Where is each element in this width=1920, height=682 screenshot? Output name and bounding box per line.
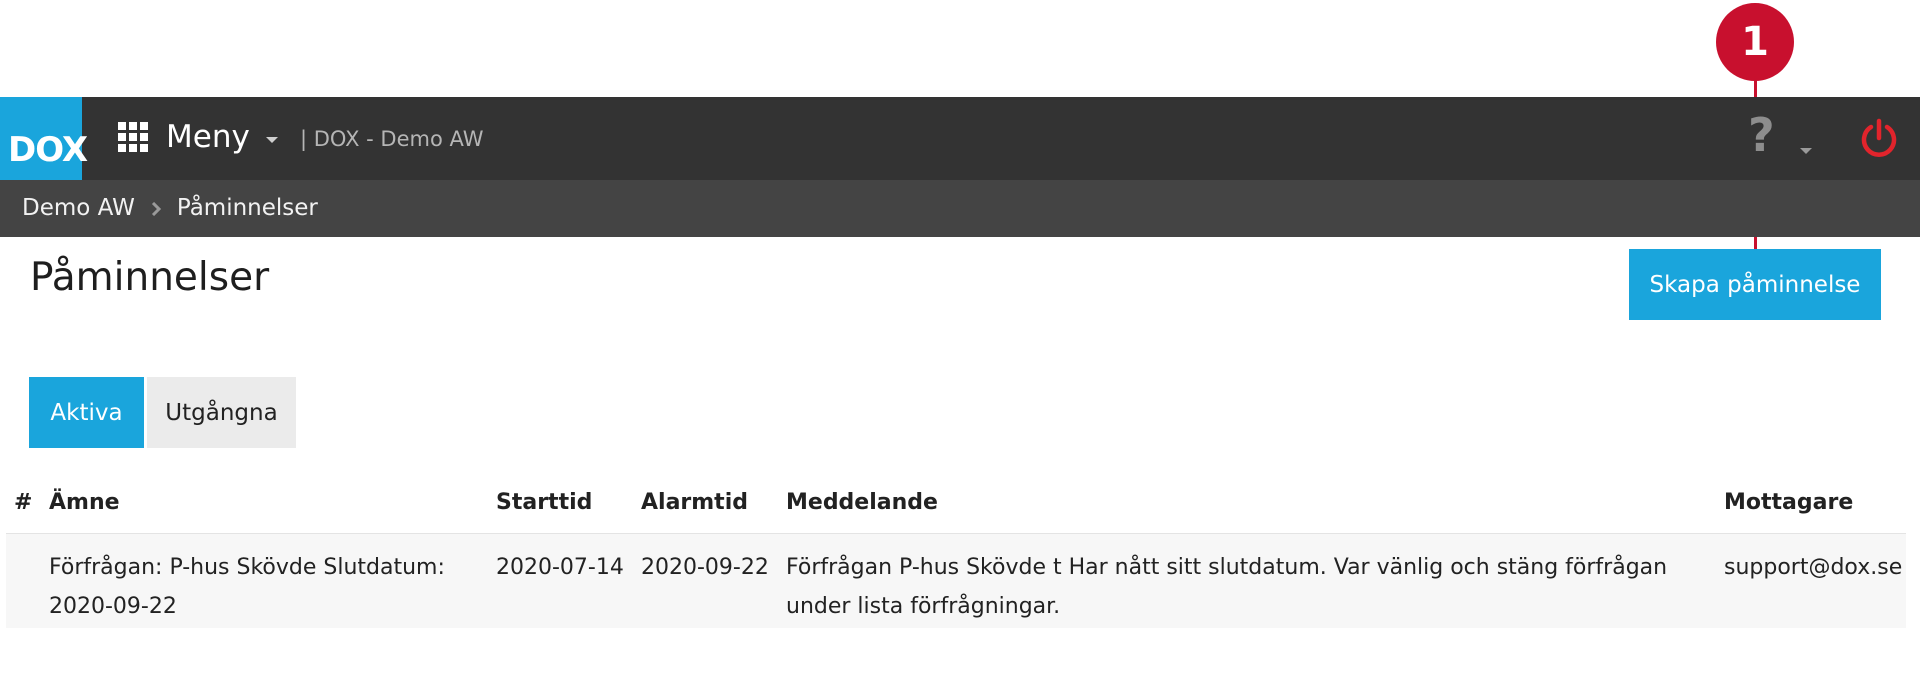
caret-down-icon: [265, 137, 278, 143]
create-reminder-button[interactable]: Skapa påminnelse: [1629, 249, 1881, 320]
table-row[interactable]: Förfrågan: P-hus Skövde Slutdatum: 2020-…: [6, 533, 1906, 628]
top-navbar: DOX Meny | DOX - Demo AW ?: [0, 97, 1920, 180]
menu-label: Meny: [166, 118, 250, 155]
breadcrumb: Demo AW Påminnelser: [0, 180, 1920, 237]
chevron-right-icon: [151, 201, 161, 216]
callout-number: 1: [1741, 19, 1769, 65]
tab-expired[interactable]: Utgångna: [147, 377, 296, 448]
subject-line-2: 2020-09-22: [49, 594, 177, 619]
column-header-start: Starttid: [496, 490, 593, 515]
cell-message: Förfrågan P-hus Skövde t Har nått sitt s…: [786, 548, 1706, 626]
subject-line-1: Förfrågan: P-hus Skövde Slutdatum:: [49, 555, 445, 580]
dox-logo[interactable]: DOX: [0, 97, 88, 180]
column-header-alarm: Alarmtid: [641, 490, 748, 515]
menu-button[interactable]: Meny: [118, 115, 278, 159]
logout-button[interactable]: [1858, 117, 1900, 159]
breadcrumb-item-demo-aw[interactable]: Demo AW: [22, 197, 135, 220]
tab-active[interactable]: Aktiva: [29, 377, 144, 448]
column-header-subject: Ämne: [49, 490, 120, 515]
help-button[interactable]: ?: [1748, 108, 1812, 167]
cell-alarm: 2020-09-22: [641, 555, 769, 580]
cell-recipient: support@dox.se: [1724, 555, 1903, 580]
logo-dot: [70, 149, 74, 153]
breadcrumb-item-paminnelser[interactable]: Påminnelser: [177, 197, 318, 220]
cell-subject: Förfrågan: P-hus Skövde Slutdatum: 2020-…: [49, 548, 479, 626]
question-icon: ?: [1748, 108, 1775, 162]
caret-down-icon: [1800, 148, 1812, 154]
column-header-recipient: Mottagare: [1724, 490, 1854, 515]
reminder-tabs: Aktiva Utgångna: [29, 377, 296, 448]
page-title: Påminnelser: [30, 255, 270, 300]
column-header-number: #: [14, 490, 33, 515]
message-line-1: Förfrågan P-hus Skövde t Har nått sitt s…: [786, 555, 1668, 580]
callout-marker: 1: [1716, 3, 1794, 81]
logo-text: DOX: [8, 130, 88, 170]
app-title: | DOX - Demo AW: [300, 127, 484, 151]
reminders-table: # Ämne Starttid Alarmtid Meddelande Mott…: [6, 478, 1906, 628]
cell-start: 2020-07-14: [496, 555, 624, 580]
column-header-message: Meddelande: [786, 490, 938, 515]
table-header: # Ämne Starttid Alarmtid Meddelande Mott…: [6, 478, 1906, 533]
grid-icon: [118, 122, 148, 152]
message-line-2: under lista förfrågningar.: [786, 594, 1061, 619]
power-icon: [1861, 118, 1897, 157]
